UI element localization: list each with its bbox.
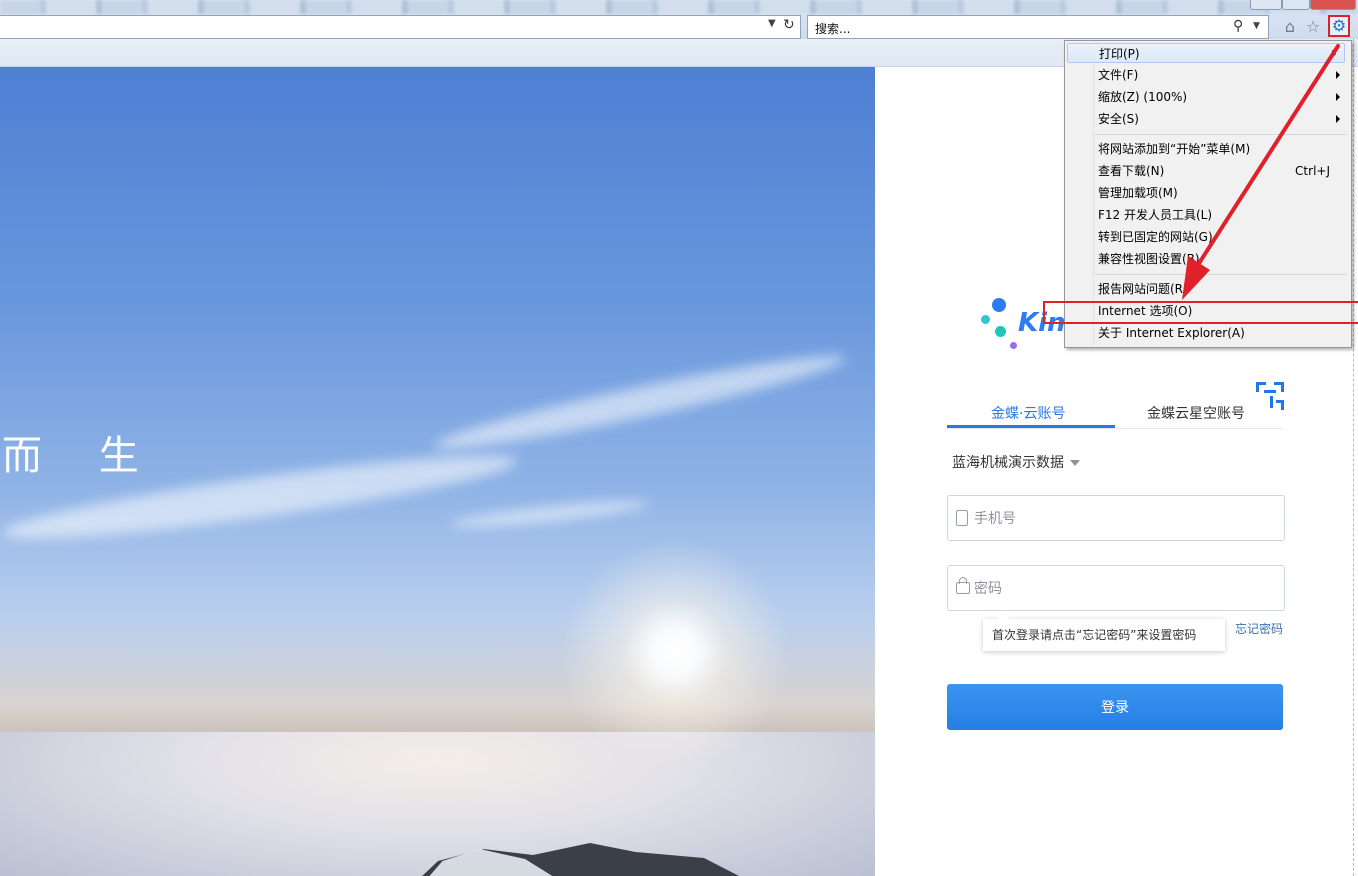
cloud-streak	[431, 343, 849, 461]
menu-item-label: 文件(F)	[1098, 68, 1139, 82]
organization-select[interactable]: 蓝海机械演示数据	[952, 452, 1080, 472]
lock-icon	[956, 577, 970, 594]
menu-item-add-to-start[interactable]: 将网站添加到“开始”菜单(M)	[1098, 139, 1348, 159]
first-login-tooltip: 首次登录请点击“忘记密码”来设置密码	[983, 613, 1225, 651]
menu-item-pinned-sites[interactable]: 转到已固定的网站(G)	[1098, 227, 1348, 247]
submenu-arrow-icon	[1332, 50, 1336, 58]
menu-item-shortcut: Ctrl+J	[1295, 164, 1330, 178]
menu-separator	[1095, 274, 1347, 275]
password-input[interactable]	[972, 566, 1276, 612]
search-box[interactable]: 搜索... ⚲ ▼	[807, 15, 1269, 39]
password-field[interactable]	[947, 565, 1285, 612]
annotation-highlight-box	[1043, 301, 1358, 324]
maximize-button[interactable]	[1282, 0, 1310, 10]
menu-item-print[interactable]: 打印(P)	[1067, 43, 1345, 63]
cloud-sea	[0, 732, 875, 876]
sun	[560, 537, 790, 767]
phone-field[interactable]	[947, 495, 1285, 542]
menu-item-label: 缩放(Z) (100%)	[1098, 90, 1188, 104]
menu-item-label: 报告网站问题(R)	[1098, 282, 1188, 296]
kingdee-logo-icon	[980, 298, 1020, 353]
address-bar[interactable]	[0, 15, 801, 39]
favorites-star-icon[interactable]: ☆	[1303, 17, 1323, 37]
menu-item-label: 兼容性视图设置(B)	[1098, 252, 1200, 266]
phone-icon	[956, 510, 968, 526]
submenu-arrow-icon	[1336, 115, 1340, 123]
page-edge-guide	[1353, 39, 1354, 876]
menu-item-label: 转到已固定的网站(G)	[1098, 230, 1213, 244]
menu-item-report-problems[interactable]: 报告网站问题(R)	[1098, 279, 1348, 299]
menu-item-zoom[interactable]: 缩放(Z) (100%)	[1098, 87, 1348, 107]
menu-item-about-ie[interactable]: 关于 Internet Explorer(A)	[1098, 323, 1348, 343]
menu-item-safety[interactable]: 安全(S)	[1098, 109, 1348, 129]
menu-item-label: 安全(S)	[1098, 112, 1139, 126]
menu-item-label: F12 开发人员工具(L)	[1098, 208, 1213, 222]
phone-input[interactable]	[972, 496, 1276, 542]
login-button[interactable]: 登录	[947, 684, 1283, 730]
menu-item-f12-devtools[interactable]: F12 开发人员工具(L)	[1098, 205, 1348, 225]
forgot-password-link[interactable]: 忘记密码	[1235, 620, 1283, 637]
chevron-down-icon	[1070, 460, 1080, 466]
menu-item-label: 关于 Internet Explorer(A)	[1098, 326, 1245, 340]
menu-item-label: 将网站添加到“开始”菜单(M)	[1098, 142, 1251, 156]
organization-select-value: 蓝海机械演示数据	[952, 455, 1064, 471]
search-dropdown-icon[interactable]: ▼	[1253, 21, 1260, 31]
menu-item-label: 管理加载项(M)	[1098, 186, 1178, 200]
menu-separator	[1095, 134, 1347, 135]
refresh-icon[interactable]: ↻	[783, 17, 795, 33]
login-tabs: 金蝶·云账号 金蝶云星空账号	[947, 400, 1283, 429]
tab-kingdee-xingkong-account[interactable]: 金蝶云星空账号	[1147, 403, 1245, 423]
menu-item-label: 查看下载(N)	[1098, 164, 1165, 178]
hero-background-image: 而 生	[0, 67, 875, 876]
hero-slogan: 而 生	[2, 433, 161, 479]
search-input[interactable]: 搜索...	[815, 20, 850, 37]
cloud-streak	[449, 496, 651, 532]
tools-gear-icon[interactable]: ⚙	[1328, 15, 1350, 37]
home-icon[interactable]: ⌂	[1280, 17, 1300, 37]
menu-item-view-downloads[interactable]: 查看下载(N) Ctrl+J	[1098, 161, 1348, 181]
active-tab-indicator	[947, 425, 1115, 428]
tab-kingdee-cloud-account[interactable]: 金蝶·云账号	[991, 403, 1065, 423]
search-icon[interactable]: ⚲	[1233, 18, 1243, 34]
submenu-arrow-icon	[1336, 71, 1340, 79]
menu-item-manage-addons[interactable]: 管理加载项(M)	[1098, 183, 1348, 203]
menu-item-file[interactable]: 文件(F)	[1098, 65, 1348, 85]
minimize-button[interactable]	[1250, 0, 1282, 10]
submenu-arrow-icon	[1336, 93, 1340, 101]
menu-item-label: 打印(P)	[1099, 47, 1140, 61]
close-window-button[interactable]	[1310, 0, 1356, 10]
menu-item-compat-view[interactable]: 兼容性视图设置(B)	[1098, 249, 1348, 269]
blurred-tab-strip	[0, 0, 1358, 14]
dropdown-icon[interactable]: ▼	[768, 18, 776, 29]
